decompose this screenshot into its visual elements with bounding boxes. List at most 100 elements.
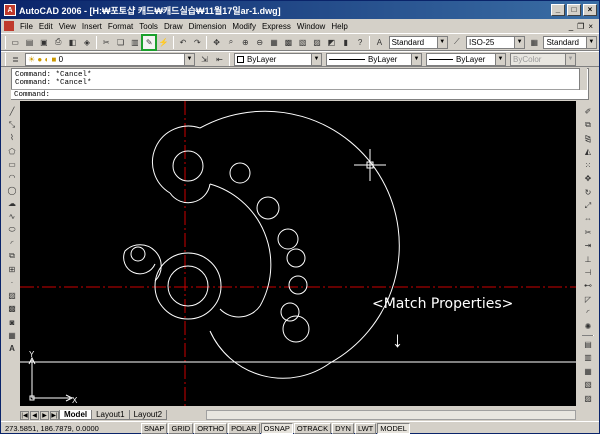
insert-block-icon[interactable]: ⧉ xyxy=(6,251,18,262)
menu-modify[interactable]: Modify xyxy=(229,22,259,31)
construction-line-icon[interactable]: ⤡ xyxy=(6,119,18,130)
text-style-select[interactable]: Standard ▼ xyxy=(388,35,448,49)
doc-minimize-button[interactable]: _ xyxy=(569,22,573,31)
tab-model[interactable]: Model xyxy=(59,410,93,420)
tab-first-button[interactable]: |◀ xyxy=(20,410,29,420)
polygon-icon[interactable]: ⬠ xyxy=(6,145,18,156)
plot-preview-icon[interactable]: ◧ xyxy=(66,36,78,49)
chevron-down-icon[interactable]: ▼ xyxy=(311,53,321,65)
gradient-icon[interactable]: ▩ xyxy=(6,303,18,314)
zoom-window-icon[interactable]: ⊕ xyxy=(239,36,251,49)
autocad-app-icon[interactable]: A xyxy=(4,4,16,16)
multiline-text-icon[interactable]: A xyxy=(6,343,18,354)
match-properties-icon[interactable]: ✎ xyxy=(141,33,158,51)
menu-help[interactable]: Help xyxy=(328,22,350,31)
ortho-toggle[interactable]: ORTHO xyxy=(194,422,228,434)
dim-style-select[interactable]: ISO-25 ▼ xyxy=(466,35,526,49)
tab-next-button[interactable]: ▶ xyxy=(40,410,49,420)
hatch-icon[interactable]: ▨ xyxy=(6,290,18,301)
tab-layout1[interactable]: Layout1 xyxy=(91,410,130,420)
rectangle-icon[interactable]: ▭ xyxy=(6,159,18,170)
table-style-select[interactable]: Standard ▼ xyxy=(543,35,597,49)
maximize-button[interactable]: □ xyxy=(567,4,581,16)
revision-cloud-icon[interactable]: ☁ xyxy=(6,198,18,209)
make-current-layer-icon[interactable]: ⇲ xyxy=(198,53,211,66)
cut-icon[interactable]: ✂ xyxy=(100,36,112,49)
menu-dimension[interactable]: Dimension xyxy=(186,22,230,31)
tool-palettes-icon[interactable]: ▧ xyxy=(297,36,309,49)
plot-icon[interactable]: ⎙ xyxy=(52,36,64,49)
zoom-previous-icon[interactable]: ⊖ xyxy=(254,36,266,49)
design-center-icon[interactable]: ▩ xyxy=(282,36,294,49)
menu-file[interactable]: File xyxy=(17,22,36,31)
circle-icon[interactable]: ◯ xyxy=(6,185,18,196)
menu-draw[interactable]: Draw xyxy=(161,22,186,31)
doc-icon[interactable] xyxy=(4,21,14,31)
tab-last-button[interactable]: ▶| xyxy=(50,410,59,420)
help-icon[interactable]: ? xyxy=(354,36,366,49)
command-line[interactable]: Command: xyxy=(11,89,583,99)
redo-icon[interactable]: ↷ xyxy=(191,36,203,49)
ellipse-arc-icon[interactable]: ◜ xyxy=(6,238,18,249)
calculator-icon[interactable]: ▮ xyxy=(340,36,352,49)
chevron-down-icon[interactable]: ▼ xyxy=(411,53,421,65)
save-icon[interactable]: ▣ xyxy=(38,36,50,49)
command-scrollbar[interactable] xyxy=(579,68,587,90)
paste-icon[interactable]: ▥ xyxy=(129,36,141,49)
drawing-canvas[interactable]: Y X <Match Properties> ↓ xyxy=(20,101,576,406)
chevron-down-icon[interactable]: ▼ xyxy=(585,36,596,48)
copy-icon[interactable]: ❏ xyxy=(114,36,126,49)
menu-edit[interactable]: Edit xyxy=(36,22,56,31)
model-toggle[interactable]: MODEL xyxy=(377,422,410,434)
linetype-select[interactable]: ByLayer ▼ xyxy=(326,52,422,66)
otrack-toggle[interactable]: OTRACK xyxy=(293,422,332,434)
doc-restore-button[interactable]: ❐ xyxy=(577,22,584,31)
spline-icon[interactable]: ∿ xyxy=(6,211,18,222)
close-button[interactable]: × xyxy=(583,4,597,16)
horizontal-scrollbar[interactable] xyxy=(206,410,576,420)
open-icon[interactable]: ▤ xyxy=(23,36,35,49)
sheet-set-icon[interactable]: ▨ xyxy=(311,36,323,49)
qnew-icon[interactable]: ▭ xyxy=(9,36,21,49)
publish-icon[interactable]: ◈ xyxy=(81,36,93,49)
region-icon[interactable]: ◙ xyxy=(6,317,18,328)
menu-tools[interactable]: Tools xyxy=(136,22,161,31)
tab-prev-button[interactable]: ◀ xyxy=(30,410,39,420)
arc-icon[interactable]: ◠ xyxy=(6,172,18,183)
tab-layout2[interactable]: Layout2 xyxy=(128,410,168,420)
line-icon[interactable]: ╱ xyxy=(6,106,18,117)
menu-format[interactable]: Format xyxy=(105,22,136,31)
grid-toggle[interactable]: GRID xyxy=(168,422,194,434)
minimize-button[interactable]: _ xyxy=(551,4,565,16)
chevron-down-icon[interactable]: ▼ xyxy=(514,36,525,48)
undo-icon[interactable]: ↶ xyxy=(177,36,189,49)
menu-window[interactable]: Window xyxy=(294,22,328,31)
chevron-down-icon[interactable]: ▼ xyxy=(495,53,505,65)
polar-toggle[interactable]: POLAR xyxy=(228,422,260,434)
zoom-realtime-icon[interactable]: ⌕ xyxy=(225,36,237,49)
polyline-icon[interactable]: ⌇ xyxy=(6,132,18,143)
menu-express[interactable]: Express xyxy=(259,22,294,31)
markup-icon[interactable]: ◩ xyxy=(325,36,337,49)
menu-insert[interactable]: Insert xyxy=(79,22,105,31)
chevron-down-icon[interactable]: ▼ xyxy=(184,53,194,65)
point-icon[interactable]: · xyxy=(6,277,18,288)
menu-view[interactable]: View xyxy=(56,22,79,31)
osnap-toggle[interactable]: OSNAP xyxy=(260,422,293,434)
block-editor-icon[interactable]: ⚡ xyxy=(157,36,169,49)
layer-select[interactable]: ☀ ● ◐ ■ 0 ▼ xyxy=(25,52,195,66)
layer-manager-icon[interactable]: ≣ xyxy=(9,53,22,66)
lwt-toggle[interactable]: LWT xyxy=(354,422,377,434)
properties-icon[interactable]: ▦ xyxy=(268,36,280,49)
doc-close-button[interactable]: × xyxy=(588,22,593,31)
pan-icon[interactable]: ✥ xyxy=(210,36,222,49)
snap-toggle[interactable]: SNAP xyxy=(141,422,168,434)
chevron-down-icon[interactable]: ▼ xyxy=(436,36,447,48)
lineweight-select[interactable]: ByLayer ▼ xyxy=(426,52,506,66)
table-icon[interactable]: ▦ xyxy=(6,330,18,341)
vertical-scrollbar[interactable] xyxy=(578,101,584,406)
make-block-icon[interactable]: ⊞ xyxy=(6,264,18,275)
ellipse-icon[interactable]: ⬭ xyxy=(6,224,18,235)
color-select[interactable]: ByLayer ▼ xyxy=(234,52,322,66)
layer-previous-icon[interactable]: ⇤ xyxy=(213,53,226,66)
